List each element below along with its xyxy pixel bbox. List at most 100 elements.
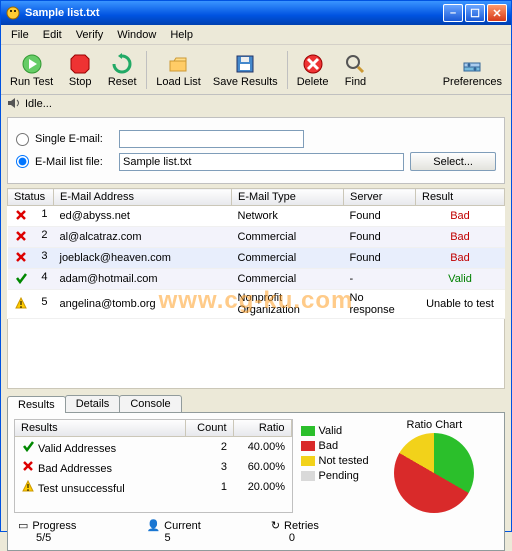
menu-window[interactable]: Window — [111, 27, 162, 43]
toolbar-separator — [287, 51, 288, 89]
window-title: Sample list.txt — [25, 7, 443, 19]
table-row[interactable]: 2al@alcatraz.comCommercialFoundBad — [8, 227, 505, 248]
col-result[interactable]: Result — [416, 189, 505, 206]
preferences-button[interactable]: Preferences — [438, 49, 507, 91]
table-row[interactable]: 5 angelina@tomb.orgNonprofit Organization… — [8, 290, 505, 319]
cell-server: Found — [344, 206, 416, 227]
warn-icon — [14, 296, 28, 310]
results-summary-table: Results Count Ratio Valid Addresses240.0… — [14, 419, 293, 513]
menu-edit[interactable]: Edit — [37, 27, 68, 43]
legend-bad: Bad — [319, 440, 339, 452]
retries-value: 0 — [289, 532, 319, 544]
tab-details[interactable]: Details — [65, 395, 121, 412]
table-row[interactable]: 1ed@abyss.netNetworkFoundBad — [8, 206, 505, 227]
maximize-button[interactable]: ☐ — [465, 4, 485, 22]
rescol-results[interactable]: Results — [15, 420, 185, 437]
run-test-button[interactable]: Run Test — [5, 49, 58, 91]
cell-result: Bad — [416, 227, 505, 248]
current-label: Current — [164, 520, 201, 532]
stop-label: Stop — [69, 76, 92, 88]
minimize-button[interactable]: – — [443, 4, 463, 22]
email-list-file-radio[interactable] — [16, 155, 29, 168]
table-row[interactable]: 4adam@hotmail.comCommercial-Valid — [8, 269, 505, 290]
email-list-file-input[interactable] — [119, 153, 404, 171]
table-row[interactable]: 3joeblack@heaven.comCommercialFoundBad — [8, 248, 505, 269]
tab-console[interactable]: Console — [119, 395, 181, 412]
cell-server: - — [344, 269, 416, 290]
row-index: 4 — [41, 271, 47, 283]
save-results-button[interactable]: Save Results — [208, 49, 283, 91]
run-test-label: Run Test — [10, 76, 53, 88]
load-list-button[interactable]: Load List — [151, 49, 206, 91]
cell-type: Commercial — [232, 269, 344, 290]
tab-results[interactable]: Results — [7, 396, 66, 413]
delete-icon — [301, 52, 325, 76]
single-email-radio[interactable] — [16, 133, 29, 146]
rescol-ratio[interactable]: Ratio — [233, 420, 291, 437]
row-index: 2 — [41, 229, 47, 241]
save-icon — [233, 52, 257, 76]
cell-type: Network — [232, 206, 344, 227]
find-button[interactable]: Find — [335, 49, 375, 91]
rescol-count[interactable]: Count — [185, 420, 233, 437]
cell-address: ed@abyss.net — [54, 206, 232, 227]
retry-icon: ↻ — [271, 519, 280, 532]
col-address[interactable]: E-Mail Address — [54, 189, 232, 206]
cell-result: Unable to test — [416, 290, 505, 319]
reset-button[interactable]: Reset — [102, 49, 142, 91]
progress-icon: ▭ — [18, 519, 28, 532]
ratio-pie-chart — [394, 433, 474, 513]
menu-verify[interactable]: Verify — [70, 27, 110, 43]
row-index: 5 — [41, 296, 47, 308]
results-row: Bad Addresses360.00% — [15, 457, 291, 477]
cell-server: No response — [344, 290, 416, 319]
row-index: 1 — [41, 208, 47, 220]
email-list-file-label: E-Mail list file: — [35, 156, 113, 168]
stop-icon — [68, 52, 92, 76]
cell-type: Nonprofit Organization — [232, 290, 344, 319]
reset-icon — [110, 52, 134, 76]
bad-icon — [14, 250, 28, 264]
cell-address: angelina@tomb.org — [54, 290, 232, 319]
status-text: Idle... — [25, 98, 52, 110]
cell-type: Commercial — [232, 227, 344, 248]
single-email-input[interactable] — [119, 130, 304, 148]
col-type[interactable]: E-Mail Type — [232, 189, 344, 206]
tabs: Results Details Console — [7, 395, 505, 412]
titlebar[interactable]: Sample list.txt – ☐ ✕ — [1, 1, 511, 25]
cell-address: al@alcatraz.com — [54, 227, 232, 248]
toolbar-separator — [146, 51, 147, 89]
progress-label: Progress — [32, 520, 76, 532]
speaker-icon — [7, 97, 21, 112]
row-index: 3 — [41, 250, 47, 262]
status-line: Idle... — [1, 95, 511, 113]
table-empty-area — [7, 319, 505, 389]
select-file-button[interactable]: Select... — [410, 152, 496, 171]
cell-result: Bad — [416, 248, 505, 269]
preferences-label: Preferences — [443, 76, 502, 88]
load-list-label: Load List — [156, 76, 201, 88]
single-email-label: Single E-mail: — [35, 133, 113, 145]
results-row: Valid Addresses240.00% — [15, 437, 291, 458]
input-panel: Single E-mail: E-Mail list file: Select.… — [7, 117, 505, 184]
delete-label: Delete — [297, 76, 329, 88]
menu-file[interactable]: File — [5, 27, 35, 43]
results-row: Test unsuccessful120.00% — [15, 477, 291, 497]
reset-label: Reset — [108, 76, 137, 88]
folder-open-icon — [167, 52, 191, 76]
warn-icon — [21, 479, 35, 493]
retries-label: Retries — [284, 520, 319, 532]
legend-valid: Valid — [319, 425, 343, 437]
delete-button[interactable]: Delete — [292, 49, 334, 91]
col-server[interactable]: Server — [344, 189, 416, 206]
col-status[interactable]: Status — [8, 189, 54, 206]
toolbar: Run Test Stop Reset Load List Save Resul… — [1, 45, 511, 95]
app-window: Sample list.txt – ☐ ✕ File Edit Verify W… — [0, 0, 512, 532]
legend-pending: Pending — [319, 470, 359, 482]
current-value: 5 — [164, 532, 200, 544]
swatch-valid — [301, 426, 315, 436]
close-button[interactable]: ✕ — [487, 4, 507, 22]
stop-button[interactable]: Stop — [60, 49, 100, 91]
app-icon — [5, 5, 21, 21]
menu-help[interactable]: Help — [164, 27, 199, 43]
